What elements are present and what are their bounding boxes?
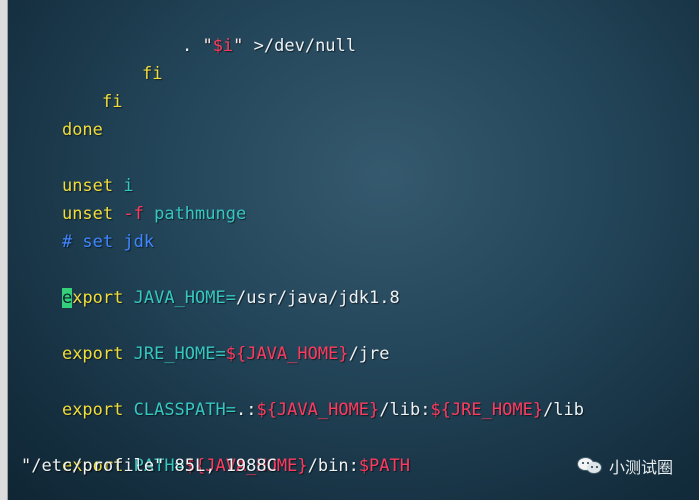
wechat-icon — [577, 456, 602, 476]
code-token: fi — [141, 64, 163, 84]
code-token: ${JAVA_HOME} — [256, 400, 380, 420]
code-token: xport — [72, 288, 134, 308]
vim-editor[interactable]: . "$i" >/dev/null fi fi done unset i uns… — [21, 4, 691, 480]
code-token: ${JRE_HOME} — [430, 400, 544, 420]
code-line-10: export JAVA_HOME=/usr/java/jdk1.8 — [21, 256, 691, 308]
code-token: done — [61, 120, 103, 140]
code-token: $PATH — [358, 456, 410, 476]
code-token: -f — [123, 204, 155, 224]
code-token: pathmunge — [154, 204, 247, 224]
code-line-14: export CLASSPATH=.:${JAVA_HOME}/lib:${JR… — [21, 368, 691, 420]
watermark-text: 小测试圈 — [608, 458, 673, 477]
code-line-6: unset i — [21, 144, 691, 196]
code-token: export — [61, 400, 134, 420]
code-token: ${JAVA_HOME} — [225, 344, 349, 364]
code-token: /jre — [348, 344, 390, 364]
text-cursor: e — [61, 288, 73, 308]
code-line-1: . "$i" >/dev/null — [21, 4, 691, 56]
code-line-12: export JRE_HOME=${JAVA_HOME}/jre — [21, 312, 691, 364]
window-left-edge — [0, 0, 8, 500]
code-token: JAVA_HOME= — [133, 288, 236, 308]
code-token: " — [233, 36, 254, 56]
code-token: >/dev/null — [253, 36, 357, 56]
code-token: export — [61, 344, 134, 364]
code-line-16: export PATH=${JAVA_HOME}/bin:$PATH — [21, 424, 691, 476]
code-token: /usr/java/jdk1.8 — [235, 288, 400, 308]
code-token: /bin: — [307, 456, 359, 476]
code-token: JRE_HOME= — [133, 344, 226, 364]
code-token: " — [202, 36, 213, 56]
code-token: fi — [101, 92, 123, 112]
code-token: .: — [235, 400, 257, 420]
code-token: CLASSPATH= — [133, 400, 236, 420]
code-token: # set jdk — [61, 232, 155, 252]
code-token: i — [123, 176, 134, 196]
code-token: /lib — [543, 400, 585, 420]
code-token: unset — [61, 176, 124, 196]
code-token: unset — [61, 204, 124, 224]
code-token: $i — [212, 36, 234, 56]
wechat-watermark: 小测试圈 — [577, 454, 673, 478]
code-token: . — [181, 36, 203, 56]
code-token: /lib: — [379, 400, 431, 420]
